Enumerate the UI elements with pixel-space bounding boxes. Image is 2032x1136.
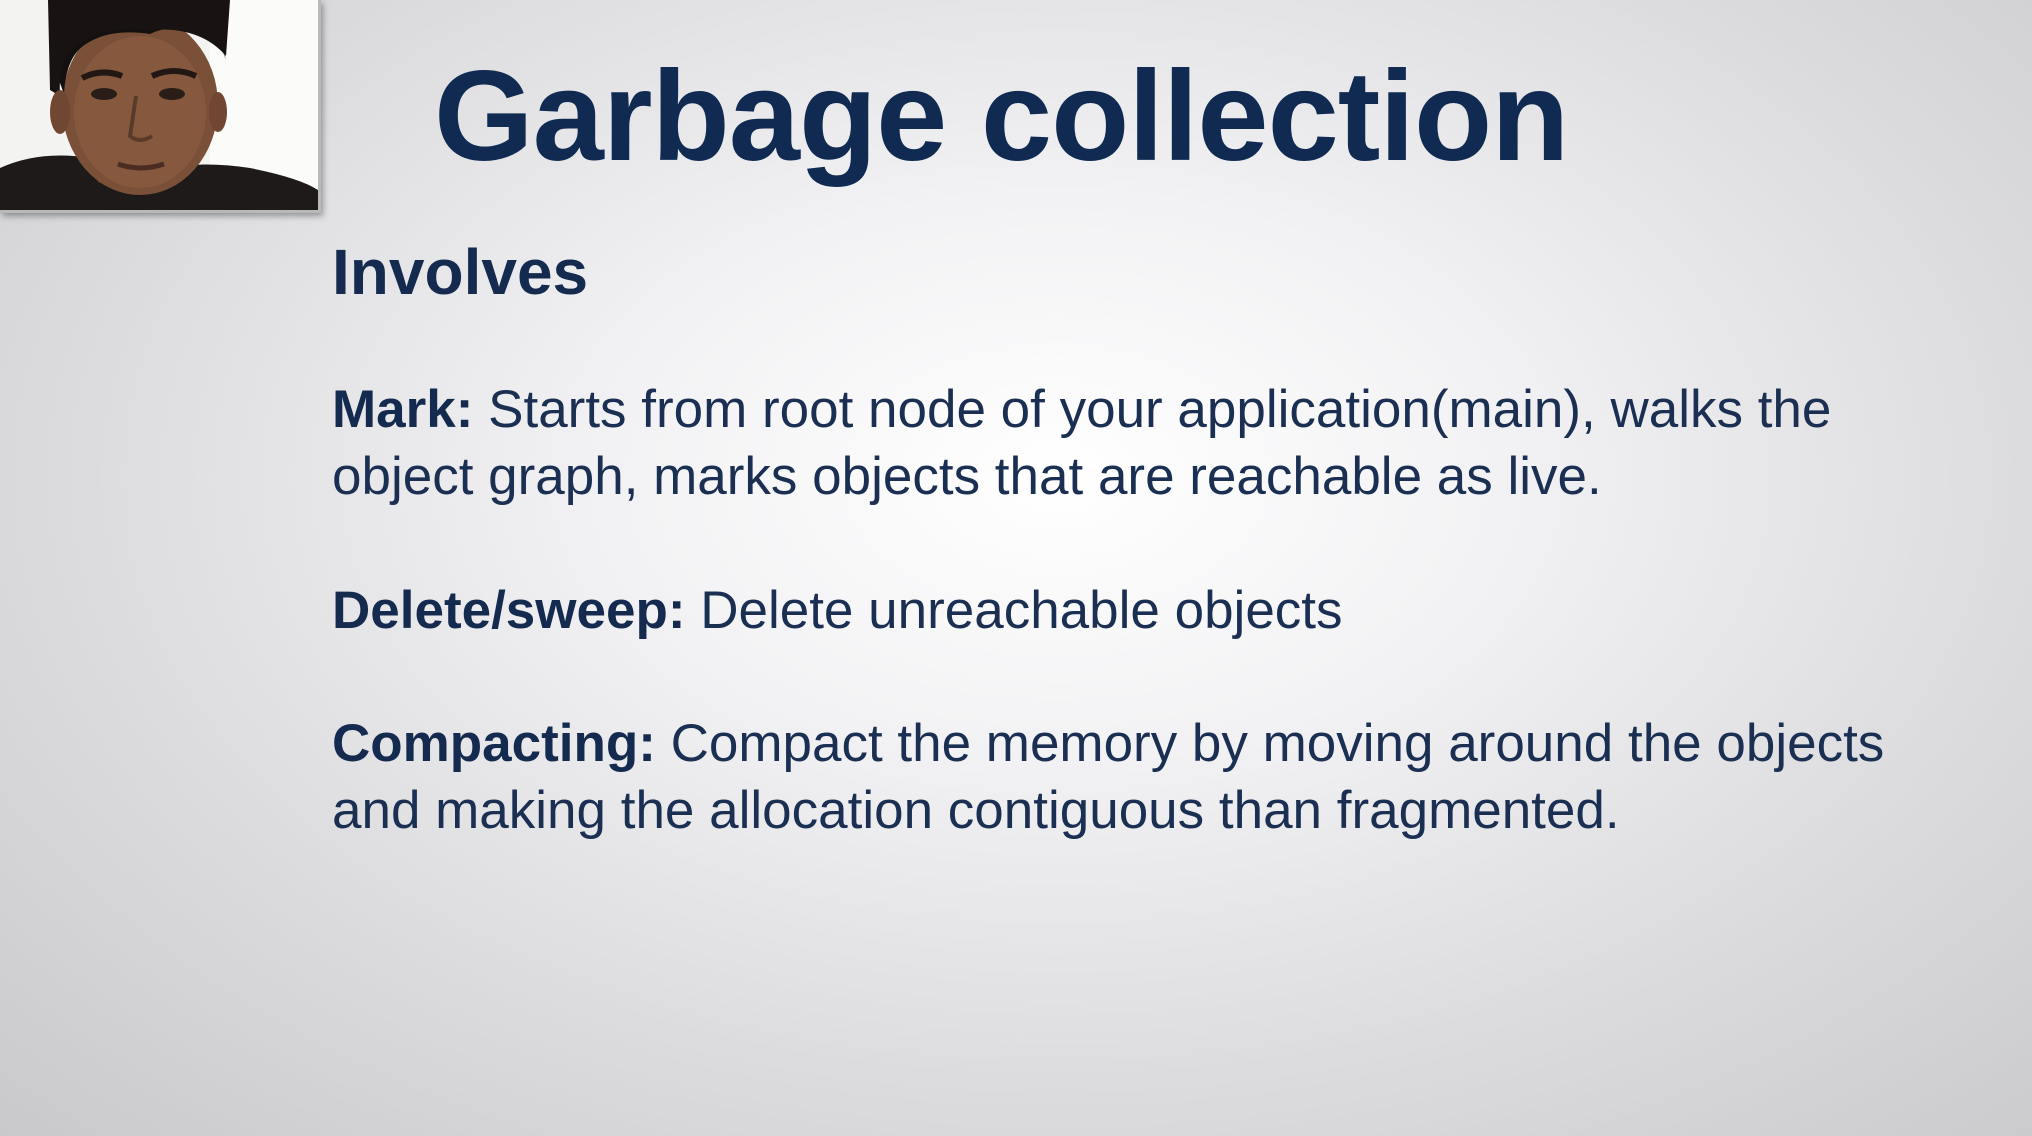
description-mark: Starts from root node of your applicatio…: [332, 380, 1832, 506]
description-delete-sweep: Delete unreachable objects: [685, 581, 1343, 640]
slide-subtitle: Involves: [332, 236, 589, 308]
slide: Garbage collection Involves Mark: Starts…: [0, 0, 2032, 1136]
term-mark: Mark:: [332, 380, 474, 439]
term-delete-sweep: Delete/sweep:: [332, 581, 686, 640]
presenter-webcam: [0, 0, 321, 213]
list-item-compacting: Compacting: Compact the memory by moving…: [332, 710, 1972, 844]
list-item-mark: Mark: Starts from root node of your appl…: [332, 376, 1972, 510]
slide-title: Garbage collection: [434, 45, 1569, 188]
presenter-video-icon: [0, 0, 318, 210]
term-compacting: Compacting:: [332, 714, 656, 773]
list-item-delete-sweep: Delete/sweep: Delete unreachable objects: [332, 577, 1972, 644]
